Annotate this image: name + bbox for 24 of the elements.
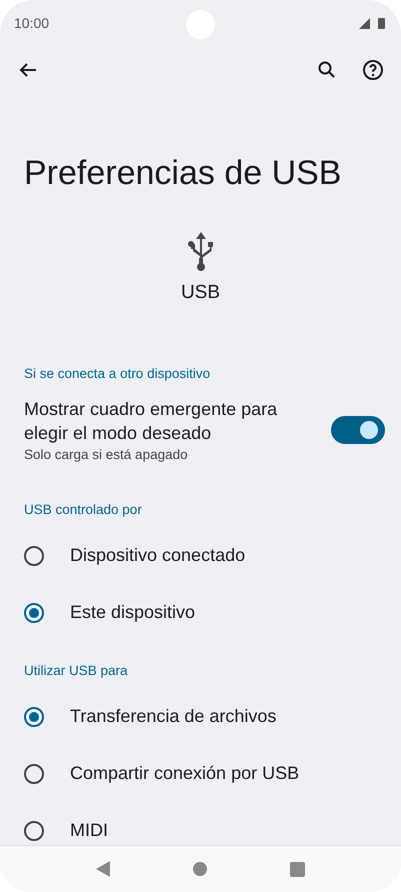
radio-button[interactable] xyxy=(24,602,44,622)
setting-summary: Solo carga si está apagado xyxy=(24,447,189,462)
option-label[interactable]: Dispositivo conectado xyxy=(70,545,246,566)
setting-title: Mostrar cuadro emergente para elegir el modo deseado xyxy=(24,398,278,445)
option-label[interactable]: Este dispositivo xyxy=(70,602,196,623)
status-icons xyxy=(359,17,387,29)
radio-button[interactable] xyxy=(24,546,44,566)
section-header: Si se conecta a otro dispositivo xyxy=(23,365,212,383)
section-header: USB controlado por xyxy=(23,501,143,519)
page-title: Preferencias de USB xyxy=(24,153,342,194)
usb-icon xyxy=(186,232,216,272)
usb-label: USB xyxy=(180,282,220,304)
option-label[interactable]: Transferencia de archivos xyxy=(70,706,276,727)
radio-button[interactable] xyxy=(24,764,44,784)
radio-button[interactable] xyxy=(24,820,44,840)
option-label[interactable]: MIDI xyxy=(70,820,108,841)
circle-icon[interactable] xyxy=(192,861,208,877)
triangle-icon[interactable] xyxy=(96,861,110,877)
section-header: Utilizar USB para xyxy=(23,662,129,680)
square-icon[interactable] xyxy=(290,862,305,876)
radio-button[interactable] xyxy=(24,706,44,726)
status-time: 10:00 xyxy=(14,15,50,31)
option-label[interactable]: Compartir conexión por USB xyxy=(70,763,300,784)
toggle-switch[interactable] xyxy=(331,416,385,444)
